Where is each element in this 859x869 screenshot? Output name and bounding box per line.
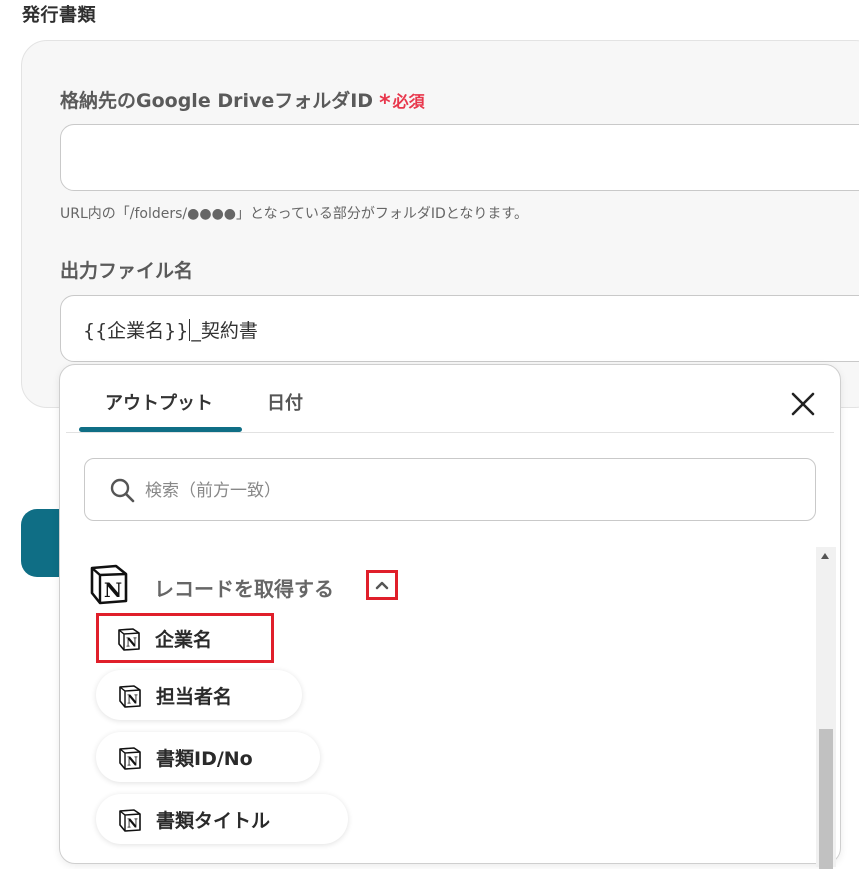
list-item-company-name[interactable]: N 企業名	[96, 613, 274, 663]
notion-icon: N	[119, 809, 141, 832]
chevron-up-icon	[375, 581, 389, 590]
filename-value: {{企業名}} _契約書	[83, 316, 258, 343]
filename-variable: {{企業名}}	[83, 320, 189, 342]
search-input[interactable]	[143, 475, 787, 507]
required-star: *	[379, 91, 391, 116]
item-label: 書類ID/No	[156, 748, 253, 770]
notion-icon: N	[90, 564, 128, 605]
notion-icon: N	[119, 747, 141, 770]
folder-id-label-text: 格納先のGoogle DriveフォルダID	[60, 90, 374, 112]
folder-id-input[interactable]	[60, 124, 859, 191]
item-label: 企業名	[155, 629, 213, 651]
variable-picker-popup: アウトプット 日付 N レコードを取得する	[59, 364, 841, 869]
svg-text:N: N	[127, 817, 138, 831]
svg-text:N: N	[126, 636, 137, 650]
search-box	[84, 458, 816, 521]
scrollbar-thumb[interactable]	[819, 729, 833, 869]
folder-id-label: 格納先のGoogle DriveフォルダID * 必須	[60, 86, 425, 116]
svg-text:N: N	[127, 755, 138, 769]
section-title: 発行書類	[22, 5, 96, 26]
svg-text:N: N	[104, 578, 122, 602]
item-label: 書類タイトル	[156, 810, 271, 832]
scrollbar[interactable]	[816, 547, 836, 869]
list-item-document-id[interactable]: N 書類ID/No	[96, 732, 320, 782]
svg-text:N: N	[127, 693, 138, 707]
tab-output[interactable]: アウトプット	[105, 389, 213, 415]
close-icon[interactable]	[788, 389, 818, 419]
collapse-toggle[interactable]	[366, 570, 398, 600]
notion-icon: N	[118, 628, 140, 651]
filename-suffix: _契約書	[191, 320, 258, 342]
required-text: 必須	[392, 92, 425, 111]
group-title: レコードを取得する	[154, 577, 334, 601]
item-label: 担当者名	[156, 686, 233, 708]
filename-input[interactable]: {{企業名}} _契約書	[60, 295, 859, 362]
scroll-up-arrow-icon[interactable]	[821, 553, 829, 559]
group-header-get-record[interactable]: N レコードを取得する	[88, 561, 408, 611]
filename-label: 出力ファイル名	[60, 260, 194, 282]
list-item-contact-name[interactable]: N 担当者名	[96, 670, 302, 720]
notion-icon: N	[119, 685, 141, 708]
tab-date[interactable]: 日付	[267, 389, 303, 415]
list-item-document-title[interactable]: N 書類タイトル	[96, 794, 348, 844]
search-icon	[110, 478, 135, 503]
folder-id-helper: URL内の「/folders/●●●●」となっている部分がフォルダIDとなります…	[60, 206, 528, 222]
tab-divider	[66, 432, 834, 433]
